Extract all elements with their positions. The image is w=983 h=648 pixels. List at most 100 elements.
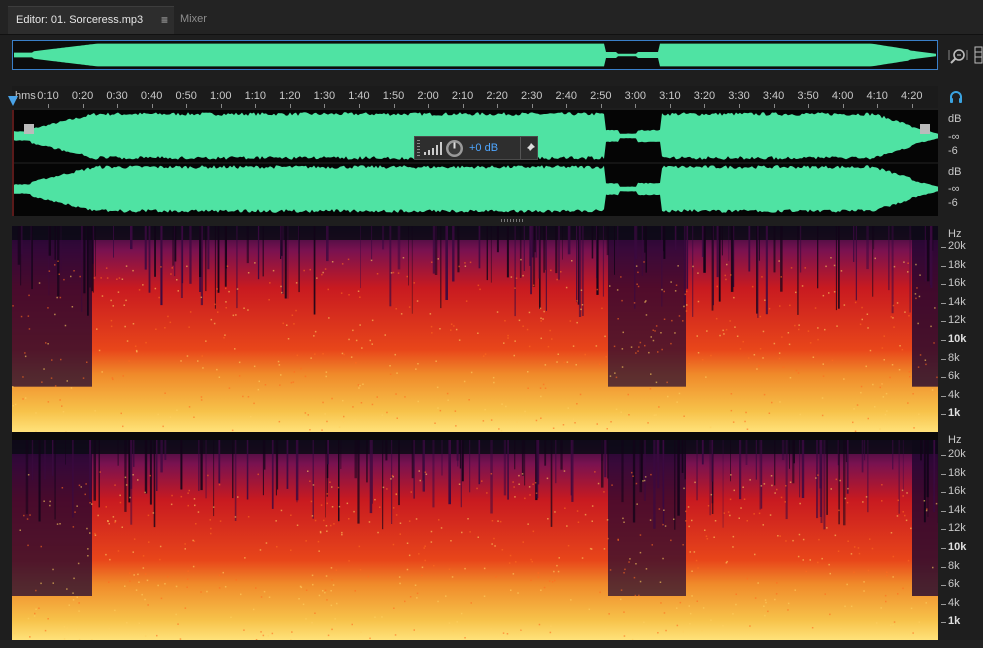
spectral-speckle <box>234 516 237 518</box>
tab-menu-icon[interactable]: ≡ <box>161 7 168 34</box>
overview-zoom-range[interactable] <box>12 40 938 70</box>
spectral-speckle <box>352 329 354 332</box>
tab-mixer[interactable]: Mixer <box>172 6 258 33</box>
spectral-speckle <box>879 428 881 430</box>
spectral-speckle <box>237 496 239 498</box>
spectral-speckle <box>544 364 547 366</box>
pin-icon[interactable] <box>524 142 536 154</box>
spectral-speckle <box>693 551 696 553</box>
spectral-speckle <box>184 607 187 609</box>
fade-out-handle[interactable] <box>920 124 930 134</box>
spectral-streak <box>759 440 761 510</box>
spectral-speckle <box>114 484 116 486</box>
spectral-speckle <box>846 583 848 586</box>
spectral-streak <box>545 226 547 311</box>
spectral-speckle <box>852 421 854 424</box>
spectral-speckle <box>477 332 479 334</box>
spectral-streak <box>44 440 46 480</box>
spectral-streak <box>257 226 260 280</box>
spectral-speckle <box>576 403 578 405</box>
spectral-speckle <box>202 367 204 369</box>
ruler-tick-label: 3:50 <box>797 90 819 102</box>
spectral-speckle <box>774 598 776 601</box>
spectral-speckle <box>304 375 307 378</box>
tab-editor[interactable]: Editor: 01. Sorceress.mp3 ≡ <box>8 6 174 34</box>
time-ruler[interactable]: hms 0:10 0:20 0:30 0:40 0:50 1:00 1:10 1:20 1:30… <box>12 86 938 108</box>
spectral-speckle <box>330 604 333 607</box>
spectral-speckle <box>82 377 85 379</box>
spectral-speckle <box>540 395 542 398</box>
spectral-speckle <box>802 559 804 561</box>
spectral-speckle <box>206 590 208 593</box>
ruler-tick-label: 2:20 <box>486 90 508 102</box>
playhead-marker[interactable] <box>8 96 18 106</box>
fade-in-handle[interactable] <box>24 124 34 134</box>
panel-toggle-icon[interactable] <box>974 46 983 64</box>
hz-tick <box>941 247 946 248</box>
spectral-speckle <box>321 429 323 431</box>
panel-divider[interactable] <box>12 216 938 226</box>
spectral-speckle <box>912 632 914 634</box>
spectral-speckle <box>264 384 267 386</box>
spectral-speckle <box>124 325 126 328</box>
ruler-tick-mark <box>531 104 533 108</box>
spectral-speckle <box>109 558 111 561</box>
volume-hud[interactable]: +0 dB <box>414 136 538 160</box>
spectral-speckle <box>688 605 690 607</box>
spectral-streak <box>200 440 203 491</box>
spectral-speckle <box>12 305 14 307</box>
spectral-streak <box>773 226 776 273</box>
spectral-speckle <box>54 385 57 387</box>
spectral-speckle <box>464 262 466 264</box>
spectral-speckle <box>117 291 120 293</box>
headphones-icon[interactable] <box>948 89 964 105</box>
spectral-speckle <box>414 584 417 586</box>
spectral-speckle <box>111 377 114 379</box>
spectral-streak <box>153 440 156 528</box>
spectral-speckle <box>495 575 497 578</box>
spectral-speckle <box>138 289 141 291</box>
spectral-speckle <box>903 261 905 263</box>
spectral-streak <box>576 226 577 303</box>
spectral-streak <box>338 440 340 522</box>
spectral-speckle <box>522 274 524 277</box>
spectral-speckle <box>40 545 42 548</box>
spectral-display-left[interactable] <box>12 226 938 432</box>
spectral-speckle <box>310 357 312 359</box>
spectral-speckle <box>117 550 120 552</box>
zoom-magnifier-icon[interactable] <box>948 46 968 66</box>
spectral-speckle <box>553 570 555 573</box>
spectral-streak <box>160 440 163 473</box>
divider-grip[interactable] <box>501 219 525 222</box>
waveform-display[interactable] <box>12 110 938 216</box>
spectral-speckle <box>657 351 659 353</box>
spectral-streak <box>701 226 704 257</box>
spectral-speckle <box>331 579 333 581</box>
spectral-streak <box>98 440 100 508</box>
spectral-speckle <box>305 589 308 591</box>
spectral-speckle <box>326 599 328 601</box>
spectral-speckle <box>686 304 688 306</box>
db-minus6-top: -6 <box>948 145 958 157</box>
spectral-display-right[interactable] <box>12 440 938 640</box>
ruler-tick-mark <box>428 104 430 108</box>
spectral-speckle <box>176 279 178 281</box>
spectral-streak <box>461 440 464 482</box>
spectral-speckle <box>676 607 678 609</box>
spectral-speckle <box>637 285 640 288</box>
volume-value[interactable]: +0 dB <box>469 142 498 154</box>
spectral-speckle <box>726 560 728 563</box>
spectral-speckle <box>918 295 921 298</box>
spectral-speckle <box>714 520 717 522</box>
spectral-speckle <box>377 531 379 534</box>
hud-drag-handle[interactable] <box>417 140 420 156</box>
spectral-speckle <box>225 287 227 290</box>
spectral-speckle <box>719 334 721 337</box>
spectral-speckle <box>14 403 17 406</box>
volume-knob-icon[interactable] <box>445 139 464 158</box>
spectral-streak <box>661 226 663 307</box>
spectral-speckle <box>860 391 862 394</box>
spectral-streak <box>130 226 133 250</box>
spectral-speckle <box>675 284 678 286</box>
spectral-speckle <box>429 313 432 315</box>
